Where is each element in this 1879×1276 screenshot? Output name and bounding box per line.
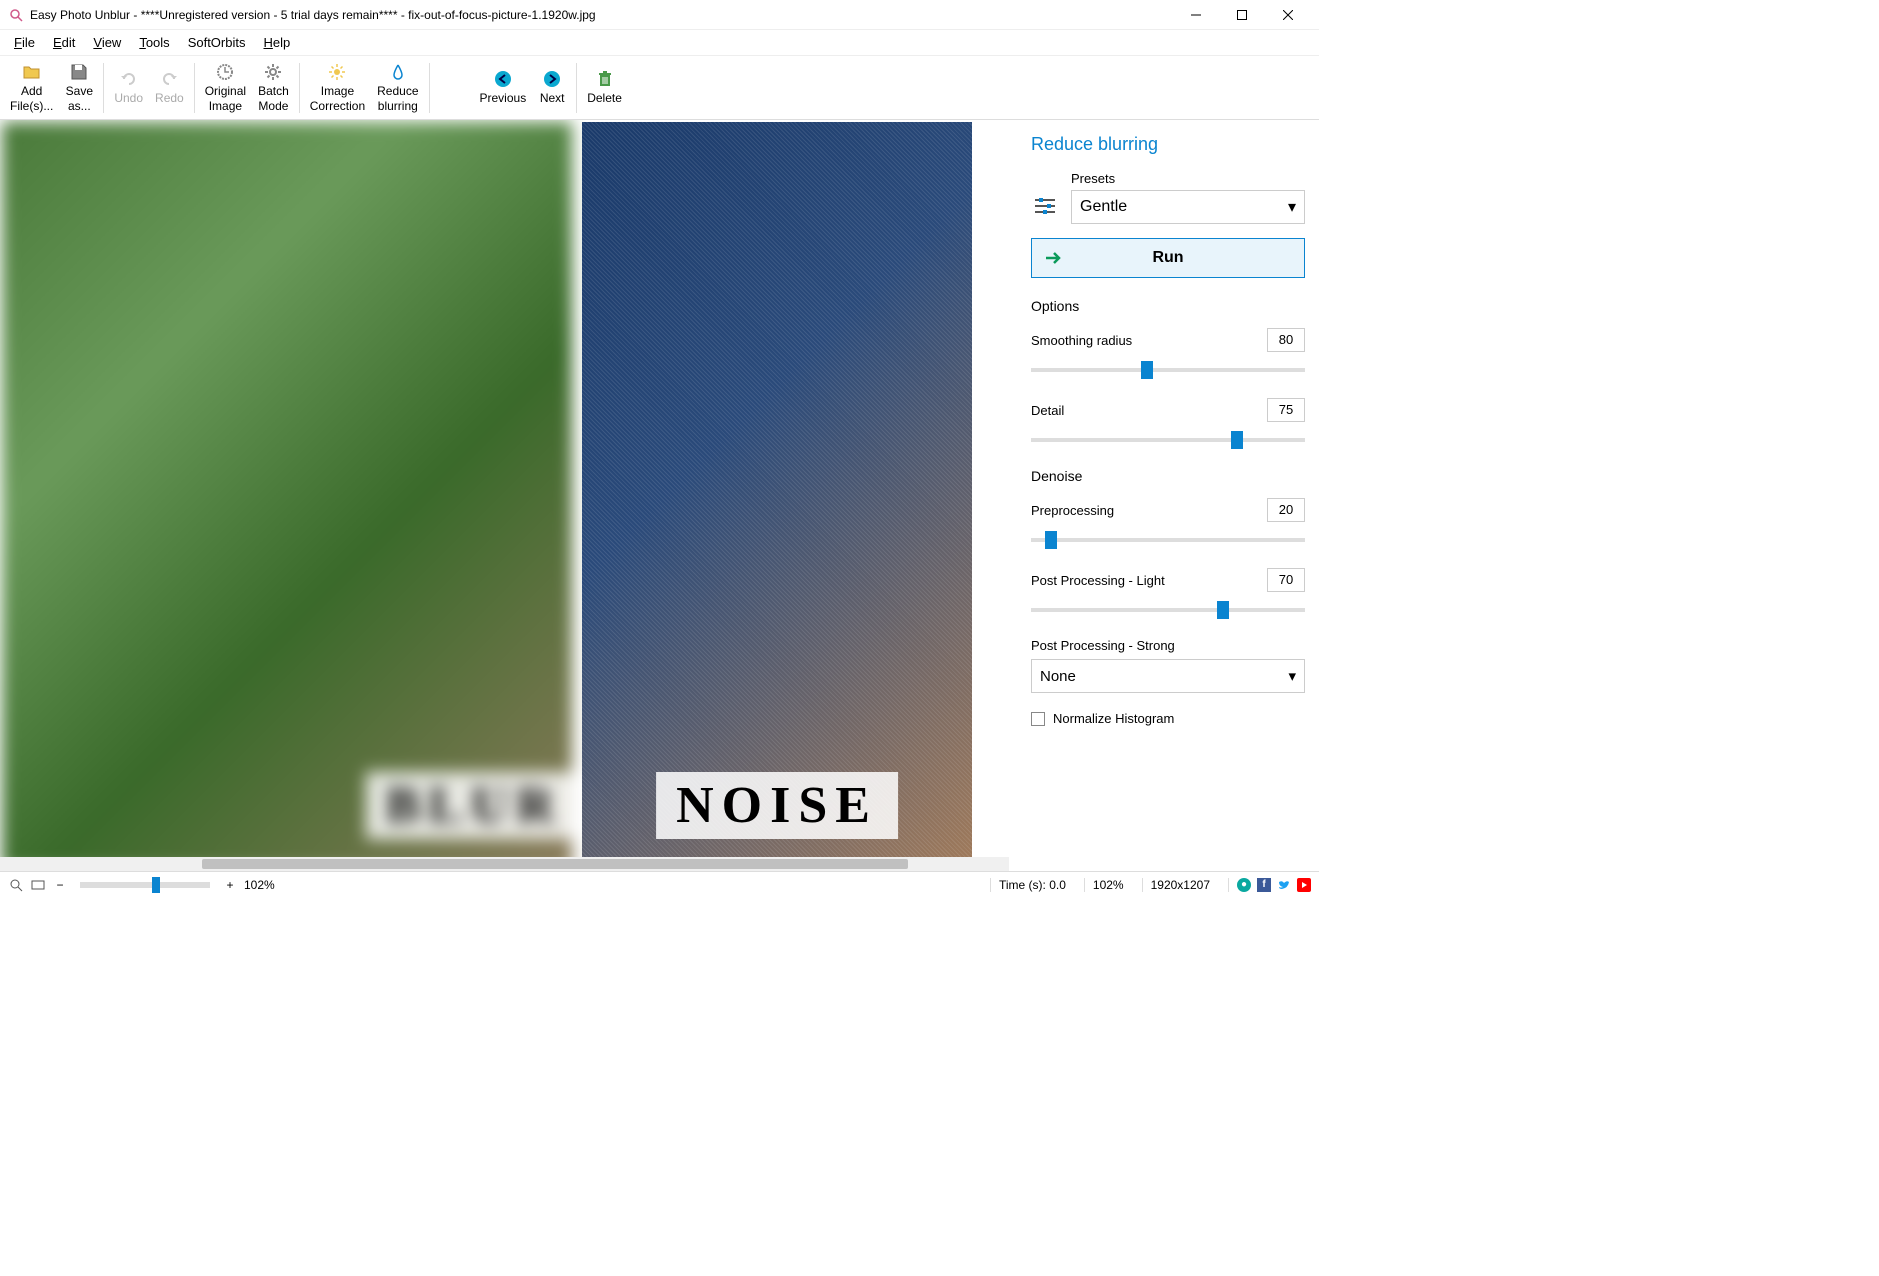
image-correction-button[interactable]: Image Correction [304, 58, 371, 118]
close-button[interactable] [1265, 0, 1311, 30]
options-label: Options [1031, 298, 1305, 314]
window-title: Easy Photo Unblur - ****Unregistered ver… [30, 8, 1173, 22]
run-button[interactable]: Run [1031, 238, 1305, 278]
chevron-down-icon: ▾ [1288, 197, 1296, 217]
left-image-preview: BLUR [2, 122, 572, 869]
menu-help[interactable]: Help [255, 33, 298, 52]
undo-icon [119, 69, 139, 89]
detail-label: Detail [1031, 403, 1064, 418]
noise-label: NOISE [656, 772, 898, 839]
original-icon [215, 62, 235, 82]
right-image-preview: NOISE [582, 122, 972, 869]
menu-file[interactable]: File [6, 33, 43, 52]
redo-button: Redo [149, 58, 190, 118]
detail-value[interactable]: 75 [1267, 398, 1305, 422]
original-image-button[interactable]: Original Image [199, 58, 252, 118]
smoothing-value[interactable]: 80 [1267, 328, 1305, 352]
presets-label: Presets [1071, 171, 1305, 186]
menu-view[interactable]: View [85, 33, 129, 52]
undo-button: Undo [108, 58, 149, 118]
checkbox-icon [1031, 712, 1045, 726]
sliders-icon [1031, 192, 1059, 220]
detail-slider[interactable] [1031, 430, 1305, 450]
image-dimensions: 1920x1207 [1142, 878, 1218, 892]
zoom-percent: 102% [244, 878, 275, 892]
preset-dropdown[interactable]: Gentle ▾ [1071, 190, 1305, 224]
preprocessing-label: Preprocessing [1031, 503, 1114, 518]
save-icon [69, 62, 89, 82]
softorbits-link-icon[interactable]: ● [1237, 878, 1251, 892]
postprocessing-light-label: Post Processing - Light [1031, 573, 1165, 588]
zoom-level-status: 102% [1084, 878, 1132, 892]
app-icon [8, 7, 24, 23]
brightness-icon [327, 62, 347, 82]
trash-icon [595, 69, 615, 89]
horizontal-scrollbar[interactable] [0, 857, 1009, 871]
previous-button[interactable]: Previous [474, 58, 533, 118]
preprocessing-value[interactable]: 20 [1267, 498, 1305, 522]
gear-icon [263, 62, 283, 82]
blur-label: BLUR [366, 772, 572, 839]
facebook-icon[interactable]: f [1257, 878, 1271, 892]
postprocessing-light-value[interactable]: 70 [1267, 568, 1305, 592]
menu-edit[interactable]: Edit [45, 33, 83, 52]
processing-time: Time (s): 0.0 [990, 878, 1074, 892]
smoothing-slider[interactable] [1031, 360, 1305, 380]
menu-tools[interactable]: Tools [131, 33, 177, 52]
delete-button[interactable]: Delete [581, 58, 628, 118]
smoothing-label: Smoothing radius [1031, 333, 1132, 348]
add-files-button[interactable]: Add File(s)... [4, 58, 59, 118]
sidebar-panel: Reduce blurring Presets Gentle ▾ Run Opt… [1009, 120, 1319, 871]
next-icon [542, 69, 562, 89]
youtube-icon[interactable] [1297, 878, 1311, 892]
minimize-button[interactable] [1173, 0, 1219, 30]
reduce-blurring-button[interactable]: Reduce blurring [371, 58, 424, 118]
postprocessing-light-slider[interactable] [1031, 600, 1305, 620]
next-button[interactable]: Next [532, 58, 572, 118]
menubar: File Edit View Tools SoftOrbits Help [0, 30, 1319, 56]
zoom-in-icon[interactable]: + [222, 877, 238, 893]
maximize-button[interactable] [1219, 0, 1265, 30]
zoom-actual-icon[interactable] [8, 877, 24, 893]
zoom-slider[interactable] [80, 882, 210, 888]
statusbar: − + 102% Time (s): 0.0 102% 1920x1207 ● … [0, 871, 1319, 897]
arrow-right-icon [1044, 248, 1064, 268]
denoise-label: Denoise [1031, 468, 1305, 484]
droplet-icon [388, 62, 408, 82]
zoom-fit-icon[interactable] [30, 877, 46, 893]
twitter-icon[interactable] [1277, 878, 1291, 892]
folder-open-icon [22, 62, 42, 82]
toolbar: Add File(s)... Saveas... Undo Redo Origi… [0, 56, 1319, 120]
postprocessing-strong-dropdown[interactable]: None ▾ [1031, 659, 1305, 693]
menu-softorbits[interactable]: SoftOrbits [180, 33, 254, 52]
previous-icon [493, 69, 513, 89]
chevron-down-icon: ▾ [1288, 667, 1296, 685]
save-as-button[interactable]: Saveas... [59, 58, 99, 118]
zoom-out-icon[interactable]: − [52, 877, 68, 893]
postprocessing-strong-label: Post Processing - Strong [1031, 638, 1305, 653]
batch-mode-button[interactable]: Batch Mode [252, 58, 295, 118]
image-canvas[interactable]: BLUR NOISE [0, 120, 1009, 871]
normalize-histogram-checkbox[interactable]: Normalize Histogram [1031, 711, 1305, 726]
preprocessing-slider[interactable] [1031, 530, 1305, 550]
redo-icon [159, 69, 179, 89]
titlebar: Easy Photo Unblur - ****Unregistered ver… [0, 0, 1319, 30]
panel-title: Reduce blurring [1031, 134, 1305, 155]
